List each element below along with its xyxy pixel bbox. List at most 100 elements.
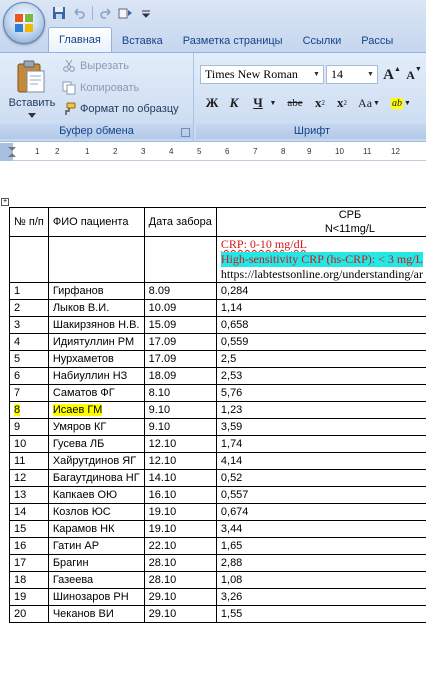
patient-name-cell[interactable]: Умяров КГ xyxy=(47,418,145,436)
patient-name-cell[interactable]: Брагин xyxy=(47,554,145,572)
sample-date-cell[interactable]: 9.10 xyxy=(143,401,217,419)
sample-date-cell[interactable]: 15.09 xyxy=(143,316,217,334)
crp-value-cell[interactable]: 2,5 xyxy=(215,350,426,368)
clipboard-dialog-launcher-icon[interactable] xyxy=(181,128,190,137)
underline-dropdown-icon[interactable]: ▼ xyxy=(268,93,278,113)
sample-date-cell[interactable]: 19.10 xyxy=(143,520,217,538)
italic-button[interactable]: К xyxy=(224,93,244,113)
paste-button[interactable]: Вставить xyxy=(6,57,56,121)
underline-button[interactable]: Ч xyxy=(248,93,268,113)
crp-value-cell[interactable]: 3,26 xyxy=(215,588,426,606)
row-number-cell[interactable]: 6 xyxy=(9,367,49,385)
tab-home[interactable]: Главная xyxy=(48,27,112,52)
crp-value-cell[interactable]: 0,559 xyxy=(215,333,426,351)
row-number-cell[interactable]: 3 xyxy=(9,316,49,334)
patient-name-cell[interactable]: Исаев ГМ xyxy=(47,401,145,419)
crp-value-cell[interactable]: 1,55 xyxy=(215,605,426,623)
row-number-cell[interactable]: 4 xyxy=(9,333,49,351)
copy-button[interactable]: Копировать xyxy=(62,79,139,97)
row-number-cell[interactable]: 5 xyxy=(9,350,49,368)
patient-name-cell[interactable]: Саматов ФГ xyxy=(47,384,145,402)
sample-date-cell[interactable]: 29.10 xyxy=(143,605,217,623)
paste-dropdown-icon[interactable] xyxy=(28,113,36,118)
row-number-cell[interactable]: 10 xyxy=(9,435,49,453)
row-number-cell[interactable]: 16 xyxy=(9,537,49,555)
row-number-cell[interactable]: 2 xyxy=(9,299,49,317)
tab-insert[interactable]: Вставка xyxy=(112,30,173,52)
crp-value-cell[interactable]: 3,44 xyxy=(215,520,426,538)
sample-date-cell[interactable]: 29.10 xyxy=(143,588,217,606)
font-name-combo[interactable]: Times New Roman ▼ xyxy=(200,65,324,84)
crp-value-cell[interactable]: 0,557 xyxy=(215,486,426,504)
patient-name-cell[interactable]: Шинозаров РН xyxy=(47,588,145,606)
repeat-icon[interactable] xyxy=(117,4,135,22)
font-size-dropdown-icon[interactable]: ▼ xyxy=(365,67,376,82)
crp-value-cell[interactable]: 0,52 xyxy=(215,469,426,487)
tab-references[interactable]: Ссылки xyxy=(293,30,352,52)
sample-date-cell[interactable]: 8.10 xyxy=(143,384,217,402)
font-name-dropdown-icon[interactable]: ▼ xyxy=(311,67,322,82)
crp-value-cell[interactable]: 1,65 xyxy=(215,537,426,555)
patient-name-cell[interactable]: Капкаев ОЮ xyxy=(47,486,145,504)
crp-value-cell[interactable]: 2,88 xyxy=(215,554,426,572)
crp-value-cell[interactable]: 1,23 xyxy=(215,401,426,419)
row-number-cell[interactable]: 11 xyxy=(9,452,49,470)
crp-value-cell[interactable]: 2,53 xyxy=(215,367,426,385)
patient-name-cell[interactable]: Карамов НК xyxy=(47,520,145,538)
document-page[interactable]: + № п/п ФИО пациента Дата забора СРБ N<1… xyxy=(0,162,426,676)
cut-button[interactable]: Вырезать xyxy=(62,57,129,75)
sample-date-cell[interactable]: 19.10 xyxy=(143,503,217,521)
row-number-cell[interactable]: 14 xyxy=(9,503,49,521)
patient-name-cell[interactable]: Багаутдинова НГ xyxy=(47,469,145,487)
horizontal-ruler[interactable]: 1 2 1 2 3 4 5 6 7 8 9 10 11 12 xyxy=(0,143,426,161)
sample-date-cell[interactable]: 12.10 xyxy=(143,452,217,470)
crp-value-cell[interactable]: 5,76 xyxy=(215,384,426,402)
patient-name-cell[interactable]: Гирфанов xyxy=(47,282,145,300)
row-number-cell[interactable]: 19 xyxy=(9,588,49,606)
sample-date-cell[interactable]: 9.10 xyxy=(143,418,217,436)
crp-value-cell[interactable]: 1,08 xyxy=(215,571,426,589)
change-case-button[interactable]: Aa ▼ xyxy=(356,93,382,113)
patient-name-cell[interactable]: Козлов ЮС xyxy=(47,503,145,521)
sample-date-cell[interactable]: 28.10 xyxy=(143,554,217,572)
office-button[interactable] xyxy=(3,2,45,44)
patient-name-cell[interactable]: Идиятуллин РМ xyxy=(47,333,145,351)
sample-date-cell[interactable]: 16.10 xyxy=(143,486,217,504)
customize-icon[interactable] xyxy=(137,4,155,22)
patient-name-cell[interactable]: Хайрутдинов ЯГ xyxy=(47,452,145,470)
row-number-cell[interactable]: 18 xyxy=(9,571,49,589)
sample-date-cell[interactable]: 8.09 xyxy=(143,282,217,300)
sample-date-cell[interactable]: 10.09 xyxy=(143,299,217,317)
row-number-cell[interactable]: 13 xyxy=(9,486,49,504)
bold-button[interactable]: Ж xyxy=(202,93,222,113)
sample-date-cell[interactable]: 18.09 xyxy=(143,367,217,385)
row-number-cell[interactable]: 12 xyxy=(9,469,49,487)
patient-name-cell[interactable]: Газеева xyxy=(47,571,145,589)
shrink-font-button[interactable]: A ▼ xyxy=(404,65,424,85)
tab-page-layout[interactable]: Разметка страницы xyxy=(173,30,293,52)
crp-value-cell[interactable]: 0,658 xyxy=(215,316,426,334)
format-painter-button[interactable]: Формат по образцу xyxy=(62,100,179,118)
sample-date-cell[interactable]: 14.10 xyxy=(143,469,217,487)
sample-date-cell[interactable]: 17.09 xyxy=(143,333,217,351)
sample-date-cell[interactable]: 22.10 xyxy=(143,537,217,555)
patient-name-cell[interactable]: Шакирзянов Н.В. xyxy=(47,316,145,334)
tab-mailings[interactable]: Рассы xyxy=(351,30,403,52)
row-number-cell[interactable]: 1 xyxy=(9,282,49,300)
sample-date-cell[interactable]: 28.10 xyxy=(143,571,217,589)
redo-icon[interactable] xyxy=(97,4,115,22)
indent-marker-icon[interactable] xyxy=(8,147,16,157)
patient-name-cell[interactable]: Чеканов ВИ xyxy=(47,605,145,623)
strikethrough-button[interactable]: abe xyxy=(282,93,308,113)
patient-name-cell[interactable]: Нурхаметов xyxy=(47,350,145,368)
table-move-handle-icon[interactable]: + xyxy=(1,198,9,206)
crp-value-cell[interactable]: 0,284 xyxy=(215,282,426,300)
highlight-button[interactable]: ab ▼ xyxy=(388,93,414,113)
crp-value-cell[interactable]: 0,674 xyxy=(215,503,426,521)
patient-name-cell[interactable]: Гусева ЛБ xyxy=(47,435,145,453)
row-number-cell[interactable]: 7 xyxy=(9,384,49,402)
superscript-button[interactable]: x2 xyxy=(332,93,352,113)
sample-date-cell[interactable]: 17.09 xyxy=(143,350,217,368)
reference-url[interactable]: https://labtestsonline.org/understanding… xyxy=(221,267,423,282)
font-size-combo[interactable]: 14 ▼ xyxy=(326,65,378,84)
